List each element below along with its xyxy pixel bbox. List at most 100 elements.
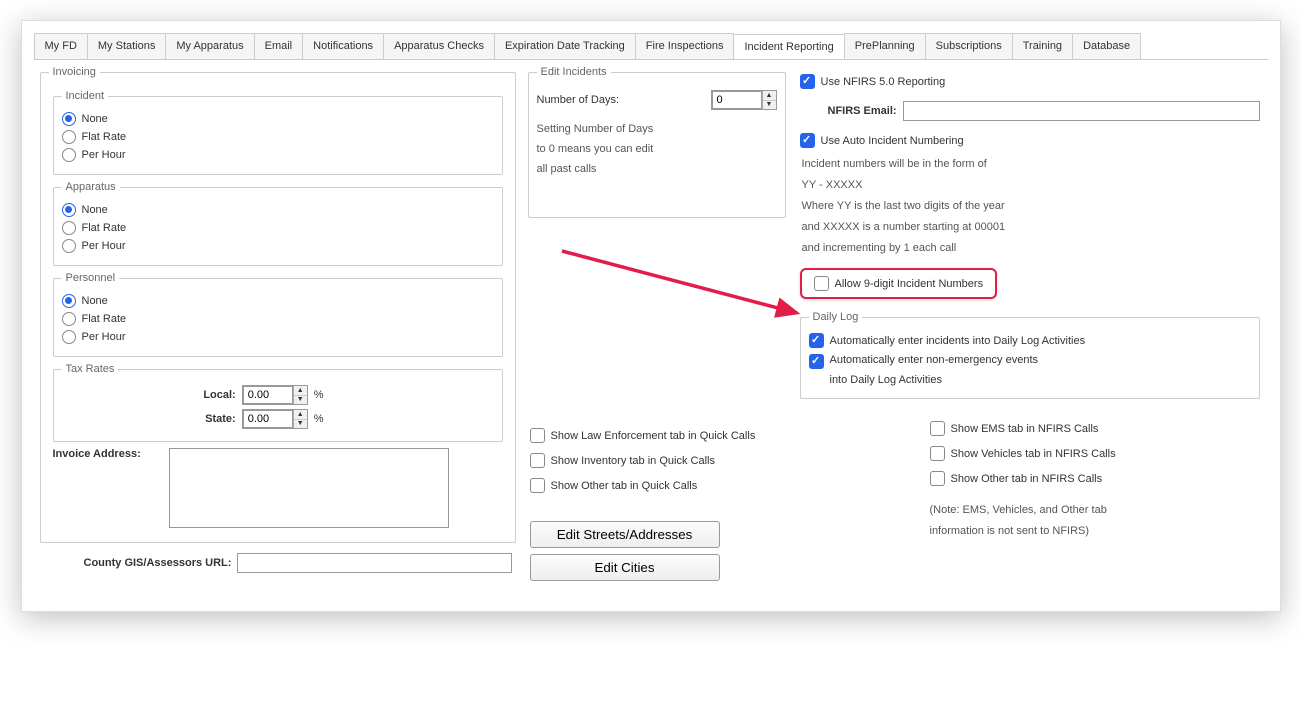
tab-training[interactable]: Training	[1012, 33, 1073, 59]
edit-streets-button[interactable]: Edit Streets/Addresses	[530, 521, 720, 548]
chevron-down-icon[interactable]: ▼	[294, 396, 307, 405]
show-law-label: Show Law Enforcement tab in Quick Calls	[551, 430, 756, 442]
radio-label: Flat Rate	[82, 313, 127, 325]
show-law-checkbox[interactable]	[530, 428, 545, 443]
incident-per-hour-radio[interactable]	[62, 148, 76, 162]
format-line: and incrementing by 1 each call	[802, 238, 1260, 259]
days-label: Number of Days:	[537, 94, 620, 106]
county-gis-input[interactable]	[237, 553, 511, 573]
personnel-group: Personnel NoneFlat RatePer Hour	[53, 272, 503, 357]
show-other-nfirs-checkbox[interactable]	[930, 471, 945, 486]
incident-flat-rate-radio[interactable]	[62, 130, 76, 144]
format-line: Incident numbers will be in the form of	[802, 154, 1260, 175]
chevron-up-icon[interactable]: ▲	[294, 410, 307, 420]
radio-label: Flat Rate	[82, 131, 127, 143]
county-gis-label: County GIS/Assessors URL:	[84, 557, 232, 569]
daily-log-group: Daily Log Automatically enter incidents …	[800, 311, 1260, 399]
state-label: State:	[186, 413, 236, 425]
auto-nonemerg-label: Automatically enter non-emergency events	[830, 354, 1039, 366]
radio-label: None	[82, 204, 108, 216]
state-rate-spinner[interactable]: ▲ ▼	[242, 409, 308, 429]
incident-none-radio[interactable]	[62, 112, 76, 126]
invoice-address-input[interactable]	[169, 448, 449, 528]
invoicing-group: Invoicing Incident None Flat Rate Per Hour…	[40, 66, 516, 543]
edit-incidents-legend: Edit Incidents	[537, 66, 611, 78]
chevron-down-icon[interactable]: ▼	[294, 420, 307, 429]
auto-nonemerg-checkbox[interactable]	[809, 354, 824, 369]
apparatus-per-hour-radio[interactable]	[62, 239, 76, 253]
apparatus-none-radio[interactable]	[62, 203, 76, 217]
show-ems-checkbox[interactable]	[930, 421, 945, 436]
show-vehicles-checkbox[interactable]	[930, 446, 945, 461]
show-other-qc-checkbox[interactable]	[530, 478, 545, 493]
edit-incidents-group: Edit Incidents Number of Days: ▲ ▼ Setti…	[528, 66, 786, 218]
show-inventory-checkbox[interactable]	[530, 453, 545, 468]
edit-cities-button[interactable]: Edit Cities	[530, 554, 720, 581]
chevron-down-icon[interactable]: ▼	[763, 101, 776, 110]
show-ems-label: Show EMS tab in NFIRS Calls	[951, 423, 1099, 435]
tab-my-fd[interactable]: My FD	[34, 33, 88, 59]
tab-notifications[interactable]: Notifications	[302, 33, 384, 59]
tab-my-apparatus[interactable]: My Apparatus	[165, 33, 254, 59]
show-other-nfirs-label: Show Other tab in NFIRS Calls	[951, 473, 1103, 485]
tab-fire-inspections[interactable]: Fire Inspections	[635, 33, 735, 59]
apparatus-flat-rate-radio[interactable]	[62, 221, 76, 235]
incident-group: Incident None Flat Rate Per Hour	[53, 90, 503, 175]
invoice-address-label: Invoice Address:	[53, 448, 163, 460]
local-unit: %	[314, 389, 324, 401]
radio-label: None	[82, 295, 108, 307]
local-rate-spinner[interactable]: ▲ ▼	[242, 385, 308, 405]
personnel-flat-rate-radio[interactable]	[62, 312, 76, 326]
radio-label: Per Hour	[82, 240, 126, 252]
incident-legend: Incident	[62, 90, 109, 102]
auto-numbering-checkbox[interactable]	[800, 133, 815, 148]
note-line: (Note: EMS, Vehicles, and Other tab	[930, 500, 1260, 521]
tab-preplanning[interactable]: PrePlanning	[844, 33, 926, 59]
use-nfirs50-checkbox[interactable]	[800, 74, 815, 89]
chevron-up-icon[interactable]: ▲	[294, 386, 307, 396]
tax-rates-legend: Tax Rates	[62, 363, 119, 375]
apparatus-legend: Apparatus	[62, 181, 120, 193]
allow-9-digit-checkbox[interactable]	[814, 276, 829, 291]
auto-incidents-checkbox[interactable]	[809, 333, 824, 348]
show-vehicles-label: Show Vehicles tab in NFIRS Calls	[951, 448, 1116, 460]
show-inventory-label: Show Inventory tab in Quick Calls	[551, 455, 715, 467]
personnel-per-hour-radio[interactable]	[62, 330, 76, 344]
days-spinner[interactable]: ▲ ▼	[711, 90, 777, 110]
format-line: YY - XXXXX	[802, 175, 1260, 196]
allow-9-digit-highlight: Allow 9-digit Incident Numbers	[800, 268, 998, 299]
apparatus-group: Apparatus None Flat Rate Per Hour	[53, 181, 503, 266]
format-line: Where YY is the last two digits of the y…	[802, 196, 1260, 217]
radio-label: Flat Rate	[82, 222, 127, 234]
local-label: Local:	[186, 389, 236, 401]
nfirs-email-input[interactable]	[903, 101, 1260, 121]
state-rate-input[interactable]	[243, 410, 293, 428]
tab-incident-reporting[interactable]: Incident Reporting	[733, 34, 844, 60]
radio-label: Per Hour	[82, 149, 126, 161]
show-other-qc-label: Show Other tab in Quick Calls	[551, 480, 698, 492]
allow-9-digit-label: Allow 9-digit Incident Numbers	[835, 278, 984, 290]
help-line: Setting Number of Days	[537, 120, 777, 140]
tab-expiration-date-tracking[interactable]: Expiration Date Tracking	[494, 33, 636, 59]
tab-apparatus-checks[interactable]: Apparatus Checks	[383, 33, 495, 59]
auto-numbering-label: Use Auto Incident Numbering	[821, 135, 964, 147]
tab-subscriptions[interactable]: Subscriptions	[925, 33, 1013, 59]
local-rate-input[interactable]	[243, 386, 293, 404]
tab-my-stations[interactable]: My Stations	[87, 33, 166, 59]
radio-label: None	[82, 113, 108, 125]
daily-log-legend: Daily Log	[809, 311, 863, 323]
auto-nonemerg-label2: into Daily Log Activities	[830, 374, 1039, 386]
chevron-up-icon[interactable]: ▲	[763, 91, 776, 101]
settings-window: My FDMy StationsMy ApparatusEmailNotific…	[21, 20, 1281, 612]
auto-incidents-label: Automatically enter incidents into Daily…	[830, 335, 1086, 347]
note-line: information is not sent to NFIRS)	[930, 521, 1260, 542]
format-line: and XXXXX is a number starting at 00001	[802, 217, 1260, 238]
invoicing-legend: Invoicing	[49, 66, 100, 78]
personnel-none-radio[interactable]	[62, 294, 76, 308]
tab-email[interactable]: Email	[254, 33, 304, 59]
tab-database[interactable]: Database	[1072, 33, 1141, 59]
state-unit: %	[314, 413, 324, 425]
tax-rates-group: Tax Rates Local: ▲ ▼ % State	[53, 363, 503, 442]
days-input[interactable]	[712, 91, 762, 109]
settings-tabs: My FDMy StationsMy ApparatusEmailNotific…	[34, 33, 1268, 60]
